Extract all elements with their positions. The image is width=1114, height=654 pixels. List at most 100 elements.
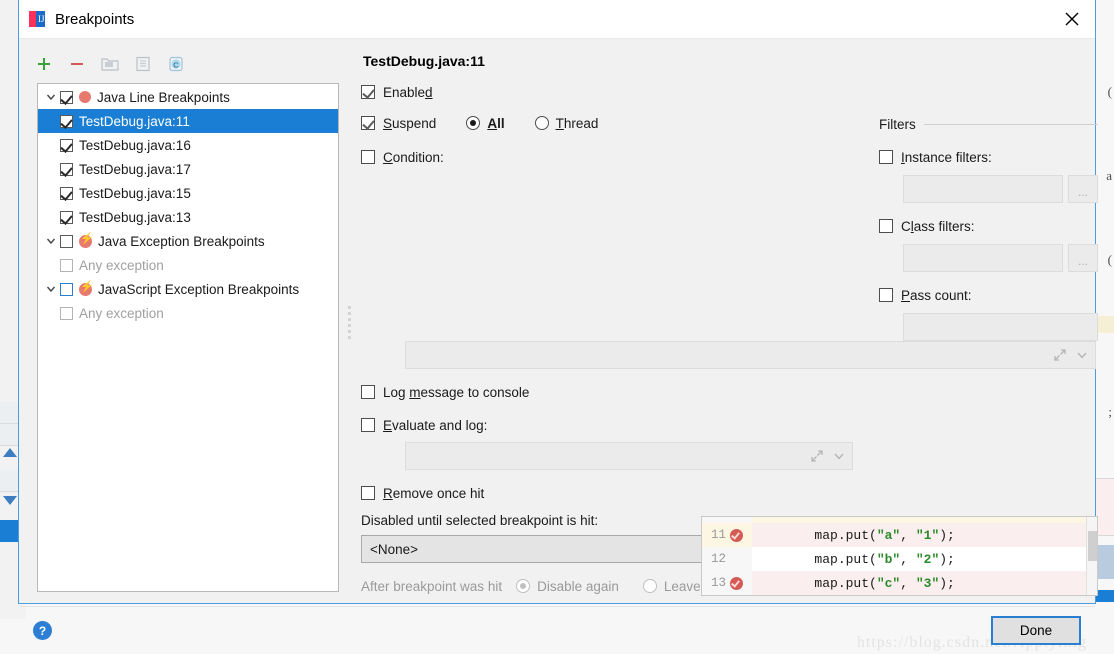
- tree-item-checkbox[interactable]: [60, 306, 73, 320]
- folder-icon: [99, 53, 121, 75]
- instance-filters-checkbox[interactable]: Instance filters:: [879, 146, 1098, 168]
- evaluate-and-log-label: Evaluate and log:: [383, 417, 488, 433]
- tree-item[interactable]: TestDebug.java:13: [38, 205, 338, 229]
- suspend-all-radio[interactable]: [466, 116, 481, 130]
- condition-checkbox[interactable]: Condition:: [361, 146, 861, 168]
- condition-input[interactable]: [405, 341, 1096, 369]
- instance-filters-browse-button[interactable]: ...: [1068, 175, 1098, 203]
- done-button[interactable]: Done: [991, 616, 1081, 645]
- class-filters-browse-button[interactable]: ...: [1068, 244, 1098, 272]
- tree-item-checkbox[interactable]: [60, 258, 73, 272]
- pass-count-input[interactable]: [903, 313, 1098, 341]
- tree-item-checkbox[interactable]: [60, 210, 73, 224]
- tree-item-label: Java Line Breakpoints: [97, 89, 230, 105]
- detail-main-column: Enabled Suspend All Thread Condition:: [361, 81, 861, 341]
- disabled-until-value: <None>: [370, 541, 419, 557]
- tree-item[interactable]: TestDebug.java:11: [38, 109, 338, 133]
- tree-item[interactable]: TestDebug.java:17: [38, 157, 338, 181]
- class-filters-checkbox[interactable]: Class filters:: [879, 215, 1098, 237]
- pane-splitter[interactable]: [345, 39, 353, 606]
- chevron-down-icon[interactable]: [42, 235, 60, 247]
- background-arrow-up-icon: [3, 448, 17, 457]
- code-gutter[interactable]: 13: [702, 571, 752, 595]
- suspend-thread-radio[interactable]: [534, 116, 549, 130]
- tree-item-checkbox[interactable]: [60, 282, 73, 296]
- breakpoint-dot-icon: [79, 91, 91, 103]
- code-line: 12 map.put("b", "2");: [702, 547, 1097, 571]
- tree-item[interactable]: JavaScript Exception Breakpoints: [38, 277, 338, 301]
- evaluate-and-log-checkbox[interactable]: Evaluate and log:: [361, 414, 861, 436]
- breakpoint-marker-icon[interactable]: [730, 576, 743, 590]
- chevron-down-icon[interactable]: [1075, 348, 1089, 362]
- tree-item-label: Any exception: [79, 305, 164, 321]
- evaluate-and-log-input[interactable]: [405, 442, 853, 470]
- tree-item-label: TestDebug.java:17: [79, 161, 191, 177]
- tree-item[interactable]: Any exception: [38, 253, 338, 277]
- close-icon[interactable]: [1049, 0, 1095, 38]
- tree-item-checkbox[interactable]: [60, 186, 73, 200]
- breakpoint-detail-pane: TestDebug.java:11 Enabled Suspend All Th…: [353, 39, 1110, 606]
- condition-label: Condition:: [383, 149, 444, 165]
- breakpoint-marker-icon[interactable]: [730, 528, 743, 542]
- tree-item[interactable]: Java Line Breakpoints: [38, 85, 338, 109]
- code-preview-scrollbar[interactable]: [1086, 517, 1097, 595]
- tree-item[interactable]: Any exception: [38, 301, 338, 325]
- exception-bolt-icon: [79, 281, 94, 296]
- add-breakpoint-button[interactable]: [33, 53, 55, 75]
- breakpoints-list-pane: C Java Line Breakpoints TestDebug.java:11…: [19, 39, 345, 606]
- pass-count-checkbox[interactable]: Pass count:: [879, 284, 1098, 306]
- code-line-number: 11: [710, 528, 726, 542]
- disable-again-radio[interactable]: [516, 579, 531, 593]
- tree-item-checkbox[interactable]: [60, 90, 73, 104]
- log-message-checkbox[interactable]: Log message to console: [361, 381, 861, 403]
- log-message-checkbox-box: [361, 385, 375, 399]
- tree-item-checkbox[interactable]: [60, 234, 73, 248]
- code-line-number: 12: [710, 552, 726, 566]
- enabled-checkbox[interactable]: Enabled: [361, 81, 861, 103]
- class-filters-label: Class filters:: [901, 218, 975, 234]
- exception-bolt-icon: [79, 233, 94, 248]
- instance-filters-label: Instance filters:: [901, 149, 992, 165]
- intellij-idea-icon: IJ: [29, 11, 45, 27]
- dialog-footer: ? https://blog.csdn.net/Applyinig Done: [19, 606, 1095, 654]
- remove-once-hit-checkbox-box: [361, 486, 375, 500]
- tree-item[interactable]: TestDebug.java:15: [38, 181, 338, 205]
- filters-divider: [923, 124, 1098, 125]
- help-button[interactable]: ?: [33, 621, 52, 640]
- filters-legend-label: Filters: [879, 117, 916, 132]
- tree-item-label: TestDebug.java:16: [79, 137, 191, 153]
- code-gutter[interactable]: 12: [702, 547, 752, 571]
- leave-enabled-radio[interactable]: [642, 579, 657, 593]
- tree-item[interactable]: TestDebug.java:16: [38, 133, 338, 157]
- evaluate-and-log-checkbox-box: [361, 418, 375, 432]
- suspend-checkbox[interactable]: [361, 116, 375, 130]
- code-preview[interactable]: 11 map.put("a", "1"); 12 map.put("b", "2"…: [701, 516, 1098, 596]
- tree-item-label: TestDebug.java:13: [79, 209, 191, 225]
- tree-item-checkbox[interactable]: [60, 114, 73, 128]
- code-line-text: map.put("b", "2");: [752, 551, 955, 567]
- after-breakpoint-label: After breakpoint was hit: [361, 578, 503, 594]
- tree-item-checkbox[interactable]: [60, 138, 73, 152]
- code-gutter[interactable]: 11: [702, 523, 752, 547]
- tree-item[interactable]: Java Exception Breakpoints: [38, 229, 338, 253]
- expand-icon[interactable]: [1053, 348, 1067, 362]
- enabled-checkbox-box: [361, 85, 375, 99]
- chevron-down-icon[interactable]: [832, 449, 846, 463]
- pass-count-label: Pass count:: [901, 287, 972, 303]
- instance-filters-checkbox-box: [879, 150, 893, 164]
- chevron-down-icon[interactable]: [42, 283, 60, 295]
- expand-icon[interactable]: [810, 449, 824, 463]
- class-c-icon: C: [165, 53, 187, 75]
- log-message-label: Log message to console: [383, 384, 530, 400]
- instance-filters-input[interactable]: [903, 175, 1063, 203]
- remove-once-hit-checkbox[interactable]: Remove once hit: [361, 482, 861, 504]
- remove-breakpoint-button[interactable]: [66, 53, 88, 75]
- tree-item-checkbox[interactable]: [60, 162, 73, 176]
- code-line-text: map.put("c", "3");: [752, 575, 955, 591]
- chevron-down-icon[interactable]: [42, 91, 60, 103]
- svg-text:C: C: [173, 60, 179, 69]
- breakpoints-toolbar: C: [23, 49, 345, 79]
- breakpoints-tree[interactable]: Java Line Breakpoints TestDebug.java:11 Te…: [37, 83, 339, 592]
- class-filters-input[interactable]: [903, 244, 1063, 272]
- tree-item-label: Java Exception Breakpoints: [98, 233, 265, 249]
